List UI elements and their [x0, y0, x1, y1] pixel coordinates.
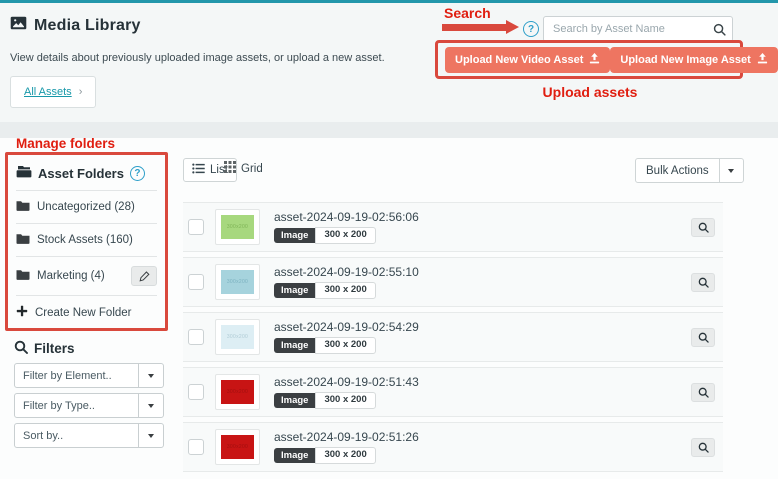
asset-type-badge: Image: [274, 228, 315, 243]
plus-icon: [16, 305, 28, 320]
asset-thumbnail[interactable]: 300x200: [215, 319, 260, 355]
asset-size-badge: 300 x 200: [315, 227, 375, 243]
asset-name: asset-2024-09-19-02:51:43: [274, 375, 419, 389]
row-checkbox[interactable]: [188, 384, 204, 400]
bulk-actions-dropdown[interactable]: Bulk Actions: [635, 158, 744, 183]
page-title: Media Library: [34, 17, 141, 35]
annotation-upload-box: Upload New Video Asset Upload New Image …: [435, 40, 743, 79]
folder-item-stock-assets[interactable]: Stock Assets (160): [16, 223, 157, 256]
media-library-page: Media Library View details about previou…: [0, 0, 778, 479]
asset-thumbnail[interactable]: 300x200: [215, 374, 260, 410]
asset-thumbnail[interactable]: 300x200: [215, 429, 260, 465]
folder-icon: [16, 233, 30, 247]
folders-help-icon[interactable]: ?: [130, 166, 145, 181]
filters-search-icon: [14, 340, 28, 357]
row-checkbox[interactable]: [188, 219, 204, 235]
row-checkbox[interactable]: [188, 274, 204, 290]
asset-type-badge: Image: [274, 338, 315, 353]
asset-size-badge: 300 x 200: [315, 447, 375, 463]
media-library-icon: [10, 16, 27, 35]
asset-thumbnail[interactable]: 300x200: [215, 209, 260, 245]
chevron-down-icon[interactable]: [138, 424, 163, 447]
preview-asset-button[interactable]: [691, 438, 715, 457]
list-icon: [192, 163, 205, 177]
chevron-down-icon[interactable]: [719, 159, 743, 182]
annotation-folders-label: Manage folders: [16, 136, 115, 151]
upload-icon: [757, 53, 768, 67]
asset-row: 300x200 asset-2024-09-19-02:56:06 Image …: [183, 202, 723, 252]
asset-row: 300x200 asset-2024-09-19-02:55:10 Image …: [183, 257, 723, 307]
asset-size-badge: 300 x 200: [315, 282, 375, 298]
asset-search-box: [543, 16, 733, 42]
asset-list: 300x200 asset-2024-09-19-02:56:06 Image …: [183, 202, 723, 477]
edit-folder-button[interactable]: [131, 266, 157, 286]
upload-icon: [589, 53, 600, 67]
annotation-arrow-icon: [442, 20, 519, 35]
asset-name: asset-2024-09-19-02:55:10: [274, 265, 419, 279]
folders-stack-icon: [16, 165, 32, 181]
chevron-down-icon[interactable]: [138, 364, 163, 387]
grid-icon: [224, 161, 236, 176]
sort-by-dropdown[interactable]: Sort by..: [14, 423, 164, 448]
asset-type-badge: Image: [274, 283, 315, 298]
annotation-search-label: Search: [444, 5, 491, 21]
asset-thumbnail[interactable]: 300x200: [215, 264, 260, 300]
create-new-folder-button[interactable]: Create New Folder: [16, 295, 157, 329]
folder-icon: [16, 200, 30, 214]
row-checkbox[interactable]: [188, 439, 204, 455]
folder-icon: [16, 269, 30, 283]
asset-size-badge: 300 x 200: [315, 392, 375, 408]
search-icon[interactable]: [706, 17, 732, 41]
upload-image-button[interactable]: Upload New Image Asset: [610, 47, 777, 73]
asset-type-badge: Image: [274, 448, 315, 463]
asset-name: asset-2024-09-19-02:51:26: [274, 430, 419, 444]
search-input[interactable]: [544, 23, 706, 35]
search-help-icon[interactable]: ?: [523, 21, 539, 37]
chevron-down-icon[interactable]: [138, 394, 163, 417]
asset-folders-title: Asset Folders: [38, 166, 124, 181]
preview-asset-button[interactable]: [691, 383, 715, 402]
asset-row: 300x200 asset-2024-09-19-02:54:29 Image …: [183, 312, 723, 362]
asset-name: asset-2024-09-19-02:54:29: [274, 320, 419, 334]
preview-asset-button[interactable]: [691, 218, 715, 237]
asset-size-badge: 300 x 200: [315, 337, 375, 353]
row-checkbox[interactable]: [188, 329, 204, 345]
folder-item-marketing[interactable]: Marketing (4): [16, 256, 157, 295]
asset-folders-panel: Asset Folders ? Uncategorized (28) Stock…: [5, 152, 168, 331]
section-divider-band: [0, 122, 778, 138]
asset-row: 300x200 asset-2024-09-19-02:51:43 Image …: [183, 367, 723, 417]
filters-title: Filters: [34, 341, 75, 356]
filter-by-type-dropdown[interactable]: Filter by Type..: [14, 393, 164, 418]
asset-row: 300x200 asset-2024-09-19-02:51:26 Image …: [183, 422, 723, 472]
page-description: View details about previously uploaded i…: [10, 52, 385, 64]
asset-name: asset-2024-09-19-02:56:06: [274, 210, 419, 224]
annotation-upload-label: Upload assets: [500, 84, 680, 100]
preview-asset-button[interactable]: [691, 328, 715, 347]
chevron-right-icon: ›: [79, 87, 83, 98]
all-assets-link[interactable]: All Assets: [24, 86, 72, 98]
preview-asset-button[interactable]: [691, 273, 715, 292]
filter-by-element-dropdown[interactable]: Filter by Element..: [14, 363, 164, 388]
grid-view-toggle[interactable]: Grid: [224, 161, 263, 176]
upload-video-button[interactable]: Upload New Video Asset: [445, 47, 610, 73]
all-assets-breadcrumb[interactable]: All Assets ›: [10, 76, 96, 108]
asset-type-badge: Image: [274, 393, 315, 408]
folder-item-uncategorized[interactable]: Uncategorized (28): [16, 190, 157, 223]
